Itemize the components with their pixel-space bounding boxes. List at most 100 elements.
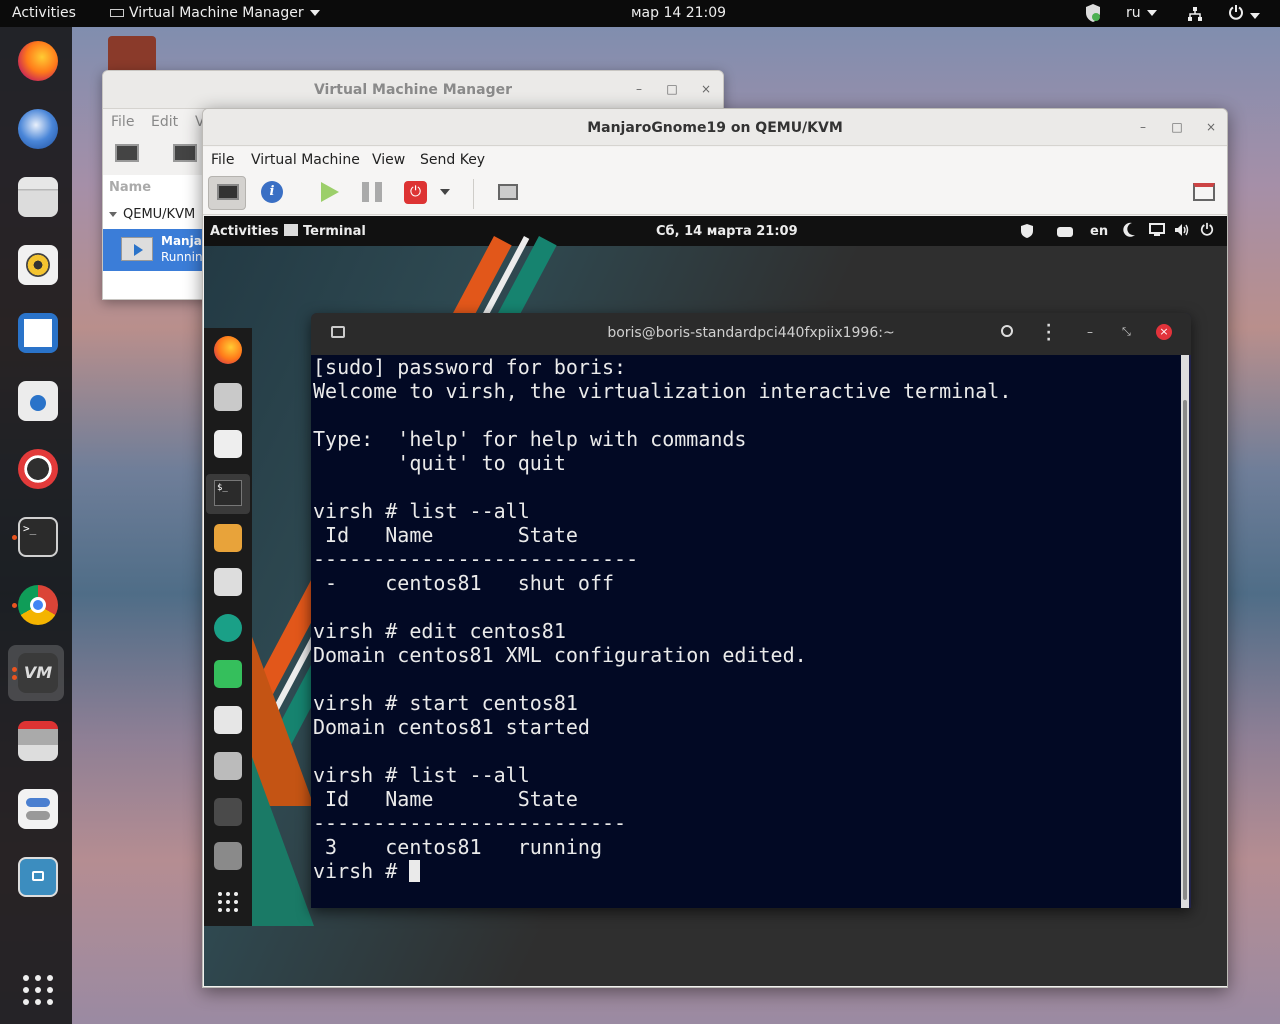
search-icon[interactable] [1001,325,1013,337]
viewer-menu-view[interactable]: View [372,152,405,168]
new-vm-icon [115,144,139,162]
viewer-menu-file[interactable]: File [211,152,234,168]
vm-row[interactable]: Manjar Runnin [103,229,208,271]
monitor-icon [217,184,239,200]
list-header-name[interactable]: Name [109,180,151,195]
power-icon [1229,5,1243,20]
show-apps-button[interactable] [8,962,64,1018]
scrollbar-thumb[interactable] [1183,400,1187,900]
terminal-scrollbar[interactable] [1181,355,1189,908]
running-indicator [12,667,17,672]
activities-button[interactable]: Activities [12,5,76,21]
maximize-icon[interactable]: □ [664,81,680,97]
close-icon[interactable]: × [1156,324,1172,340]
open-vm-button[interactable] [171,141,199,167]
vmm-titlebar[interactable]: Virtual Machine Manager – □ × [103,71,723,109]
dock-software[interactable] [8,373,64,429]
viewer-title: ManjaroGnome19 on QEMU/KVM [587,120,843,136]
dock-files[interactable] [8,169,64,225]
camera-app-icon[interactable] [214,614,242,642]
keyboard-icon[interactable] [1057,226,1073,241]
chevron-down-icon [1146,10,1157,16]
chat-icon[interactable] [214,568,242,596]
show-apps-icon [23,975,53,1005]
language-label: ru [1126,5,1141,21]
language-indicator[interactable]: ru [1126,5,1157,21]
virt-manager-icon[interactable] [214,798,242,826]
minimize-icon[interactable]: – [1087,325,1093,339]
power-icon[interactable] [1200,222,1214,240]
display-icon[interactable] [1149,223,1165,241]
software-center-icon[interactable] [214,706,242,734]
minimize-icon[interactable]: – [1135,119,1151,135]
downloader-icon[interactable] [214,524,242,552]
volume-icon[interactable] [1174,223,1190,241]
host-top-bar: Activities Virtual Machine Manager мар 1… [0,0,1280,27]
dock-chrome[interactable] [8,577,64,633]
security-shield-icon[interactable] [1084,3,1102,27]
close-icon[interactable]: × [1203,119,1219,135]
files-icon[interactable] [214,383,242,411]
shield-icon[interactable] [1020,223,1034,243]
power-menu[interactable] [1228,4,1260,24]
fullscreen-icon [1193,183,1215,201]
dock-writer[interactable] [8,305,64,361]
show-console-button[interactable] [208,176,246,210]
terminal-icon[interactable]: $_ [206,474,250,514]
shutdown-menu-button[interactable] [436,176,460,210]
guest-clock[interactable]: Сб, 14 марта 21:09 [656,224,798,239]
restore-icon[interactable]: ⤡ [1122,325,1131,339]
shutdown-button[interactable]: ⏻ [396,176,434,210]
viewer-menu-virtual-machine[interactable]: Virtual Machine [251,152,360,168]
dock-rhythmbox[interactable] [8,237,64,293]
guest-top-bar: Activities Terminal Сб, 14 марта 21:09 e… [204,216,1227,246]
new-vm-button[interactable] [113,141,141,167]
show-details-button[interactable]: i [253,176,291,210]
dock-settings[interactable] [8,781,64,837]
connection-row[interactable]: QEMU/KVM [109,207,195,222]
dock-firefox[interactable] [8,33,64,89]
firefox-icon[interactable] [214,336,242,364]
night-light-icon[interactable] [1122,222,1136,242]
vmm-menu-edit[interactable]: Edit [151,114,178,130]
text-cursor [409,860,421,882]
installer-icon[interactable] [214,752,242,780]
chevron-down-icon [1250,13,1260,19]
pause-button[interactable] [353,176,391,210]
help-icon [18,449,58,489]
fullscreen-button[interactable] [1185,176,1223,210]
dock-thunderbird[interactable] [8,101,64,157]
dock-virt-manager[interactable]: VM [8,645,64,701]
dock-screenshot[interactable] [8,849,64,905]
clock[interactable]: мар 14 21:09 [631,5,726,21]
libreoffice-writer-icon [18,313,58,353]
close-icon[interactable]: × [698,81,714,97]
trash-icon[interactable] [214,842,242,870]
rhythmbox-icon [18,245,58,285]
manjaro-icon[interactable] [214,660,242,688]
viewer-titlebar[interactable]: ManjaroGnome19 on QEMU/KVM – □ × [203,109,1227,146]
pause-icon [362,182,382,202]
dock-transmission[interactable] [8,713,64,769]
guest-activities-button[interactable]: Activities [210,224,279,239]
viewer-menu-send-key[interactable]: Send Key [420,152,485,168]
guest-app-menu[interactable]: Terminal [284,224,366,239]
guest-desktop: $_ boris@boris-standardpci440fxpiix1996:… [204,236,1227,986]
run-button[interactable] [309,176,347,210]
dock-terminal[interactable]: >_ [8,509,64,565]
text-editor-icon[interactable] [214,430,242,458]
maximize-icon[interactable]: □ [1169,119,1185,135]
terminal-body[interactable]: [sudo] password for boris: Welcome to vi… [311,355,1181,908]
dock-help[interactable] [8,441,64,497]
snapshots-button[interactable] [489,176,527,210]
guest-dock: $_ [204,328,252,926]
minimize-icon[interactable]: – [631,81,647,97]
guest-language[interactable]: en [1090,224,1108,239]
menu-kebab-icon[interactable]: · · · [1046,319,1051,347]
app-menu[interactable]: Virtual Machine Manager [110,5,320,21]
show-apps-icon[interactable] [214,888,242,916]
guest-display[interactable]: Activities Terminal Сб, 14 марта 21:09 e… [204,216,1227,986]
network-icon[interactable] [1187,6,1203,26]
vmm-menu-file[interactable]: File [111,114,134,130]
terminal-headerbar[interactable]: boris@boris-standardpci440fxpiix1996:~ ·… [311,313,1191,355]
